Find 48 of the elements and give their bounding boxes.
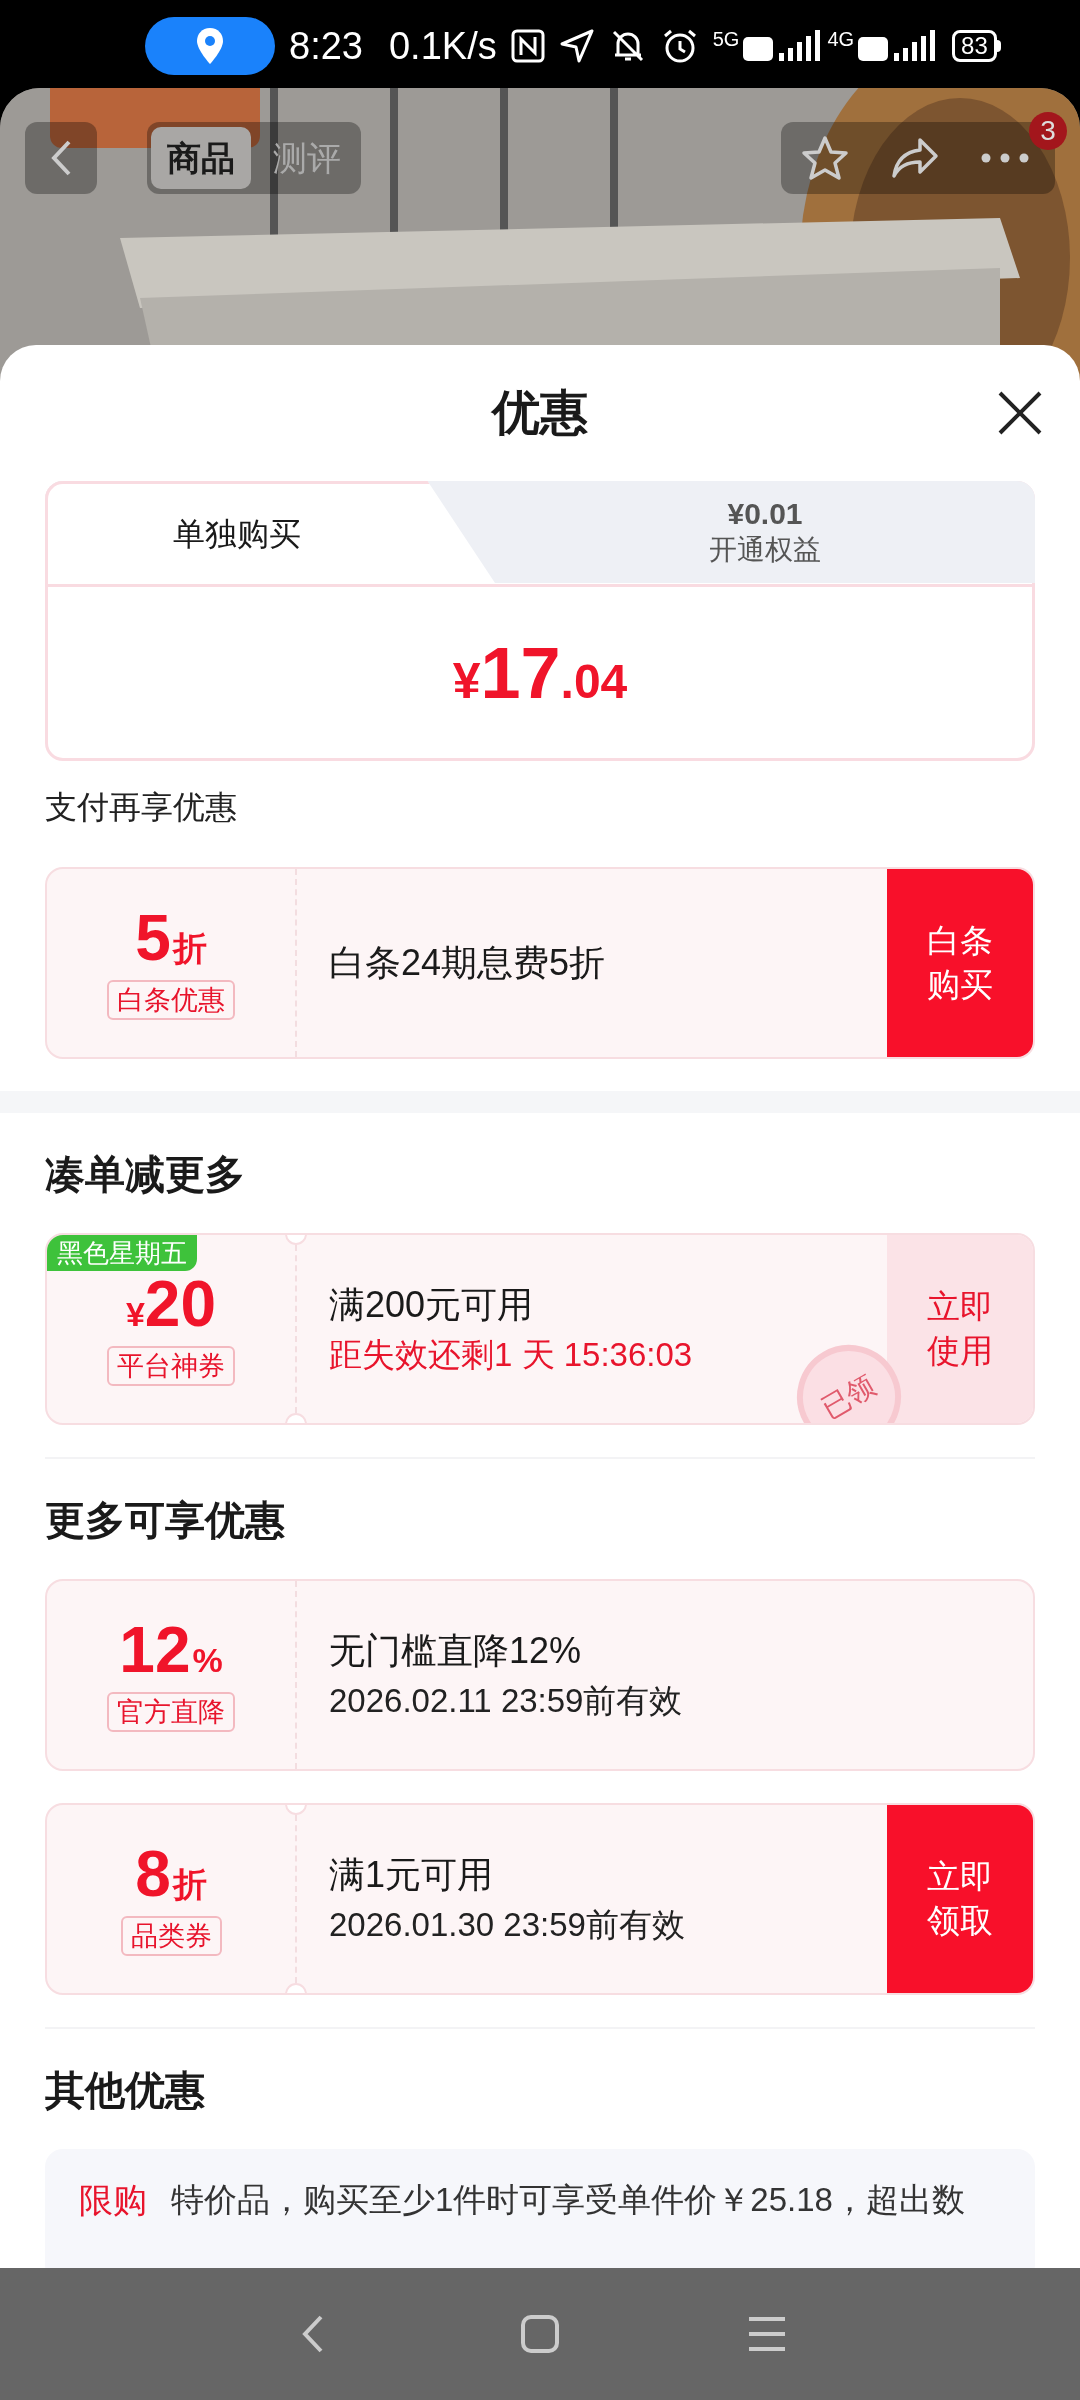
coupon-tag: 白条优惠 <box>107 980 235 1020</box>
section-heading: 其他优惠 <box>45 2067 206 2114</box>
home-square-icon <box>521 2315 559 2353</box>
coupon-title: 白条24期息费5折 <box>329 941 607 985</box>
header-tab[interactable]: 商品 <box>151 127 251 189</box>
note-tag: 限购 <box>79 2177 147 2223</box>
location-pin-icon <box>195 27 225 65</box>
purchase-option-tab[interactable]: 单独购买 <box>45 481 495 583</box>
promo-ribbon: 黑色星期五 <box>47 1235 197 1271</box>
price-value: ¥17.04 <box>452 631 628 715</box>
header-tab[interactable]: 测评 <box>257 127 357 189</box>
battery-indicator: 83 <box>952 30 1001 62</box>
validity-text: 2026.01.30 23:59前有效 <box>329 1905 686 1945</box>
nfc-icon <box>510 29 545 63</box>
clock-time: 8:23 <box>289 23 363 69</box>
navigation-arrow-icon <box>558 28 595 64</box>
section-heading: 更多可享优惠 <box>45 1497 286 1544</box>
note-text: 特价品，购买至少1件时可享受单件价￥25.18，超出数 <box>171 2180 965 2220</box>
network-speed: 0.1K/s <box>388 23 497 69</box>
more-icon <box>981 153 1029 163</box>
discount-value: 8折 <box>135 1842 207 1906</box>
coupon-tag: 官方直降 <box>107 1692 235 1732</box>
discount-value: 5折 <box>135 906 207 970</box>
discount-value: ¥20 <box>125 1272 217 1336</box>
section-heading: 凑单减更多 <box>45 1151 246 1198</box>
coupon-tag: 平台神券 <box>107 1346 235 1386</box>
section-subheading: 支付再享优惠 <box>45 788 238 827</box>
back-button[interactable] <box>25 122 97 194</box>
coupon-action-button[interactable]: 白条购买 <box>887 869 1033 1057</box>
star-icon <box>801 135 849 181</box>
coupon-title: 满1元可用 <box>329 1853 495 1897</box>
purchase-option-tab[interactable]: ¥0.01 开通权益 <box>495 481 1035 583</box>
coupon-action-button[interactable]: 立即使用 <box>887 1235 1033 1423</box>
network-type-label: 4G <box>827 29 855 49</box>
sheet-title: 优惠 <box>492 385 588 441</box>
share-arrow-icon <box>890 136 940 180</box>
countdown-text: 距失效还剩1 天 15:36:03 <box>329 1335 694 1375</box>
discount-value: 12% <box>119 1618 223 1682</box>
coupon-tag: 品类券 <box>120 1916 222 1956</box>
validity-text: 2026.02.11 23:59前有效 <box>329 1681 684 1721</box>
coupon-action-button[interactable]: 立即领取 <box>887 1805 1033 1993</box>
coupon-title: 无门槛直降12% <box>329 1629 583 1673</box>
network-type-label: 5G <box>712 29 740 49</box>
coupon-title: 满200元可用 <box>329 1283 535 1327</box>
location-pill[interactable] <box>145 17 275 75</box>
menu-icon <box>746 2316 787 2352</box>
back-icon <box>50 139 72 177</box>
close-icon <box>997 390 1043 436</box>
